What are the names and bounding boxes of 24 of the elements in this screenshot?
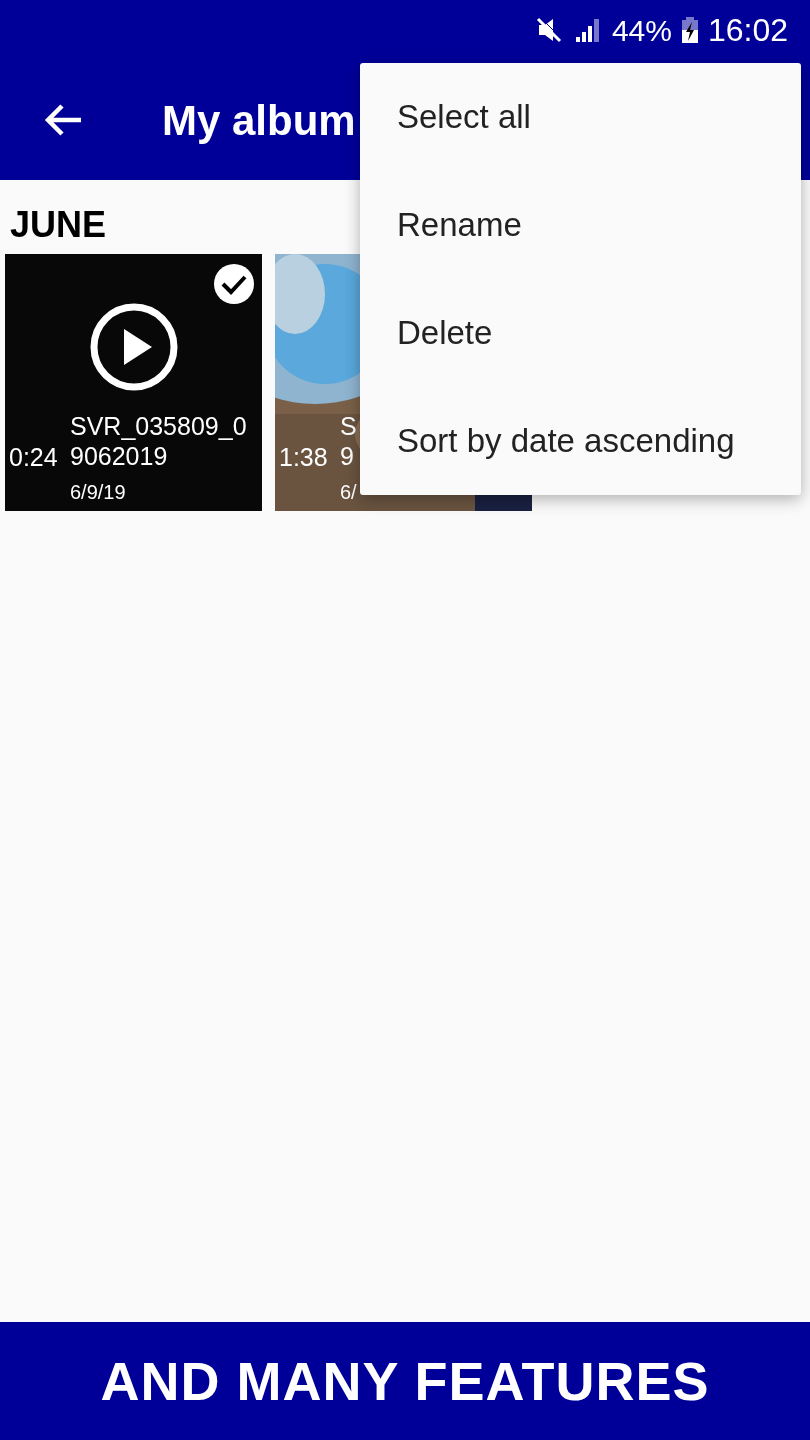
clock: 16:02: [707, 11, 788, 50]
video-date: 6/9/19: [70, 480, 126, 504]
signal-icon: [573, 17, 602, 43]
play-icon: [90, 303, 178, 391]
battery-charging-icon: [681, 17, 698, 43]
video-name-line: SVR_035809_0: [70, 411, 247, 441]
menu-item[interactable]: Delete: [360, 279, 801, 387]
video-name-line: 9062019: [70, 441, 168, 471]
battery-percent: 44%: [611, 12, 672, 49]
video-duration: 0:24: [9, 442, 58, 472]
mute-icon: [535, 17, 564, 43]
video-name-line: S: [340, 411, 357, 441]
video-duration: 1:38: [279, 442, 328, 472]
section-heading: JUNE: [10, 203, 107, 247]
app-title: My album: [162, 95, 356, 146]
check-icon: [214, 264, 254, 304]
menu-item[interactable]: Sort by date ascending: [360, 387, 801, 495]
banner-text: AND MANY FEATURES: [100, 1349, 710, 1413]
menu-item[interactable]: Rename: [360, 171, 801, 279]
back-arrow-icon: [43, 103, 83, 137]
video-name-line: 9: [340, 441, 354, 471]
menu-item[interactable]: Select all: [360, 63, 801, 171]
video-thumbnail[interactable]: 0:24 SVR_035809_0 9062019 6/9/19: [5, 254, 262, 511]
video-date: 6/: [340, 480, 357, 504]
